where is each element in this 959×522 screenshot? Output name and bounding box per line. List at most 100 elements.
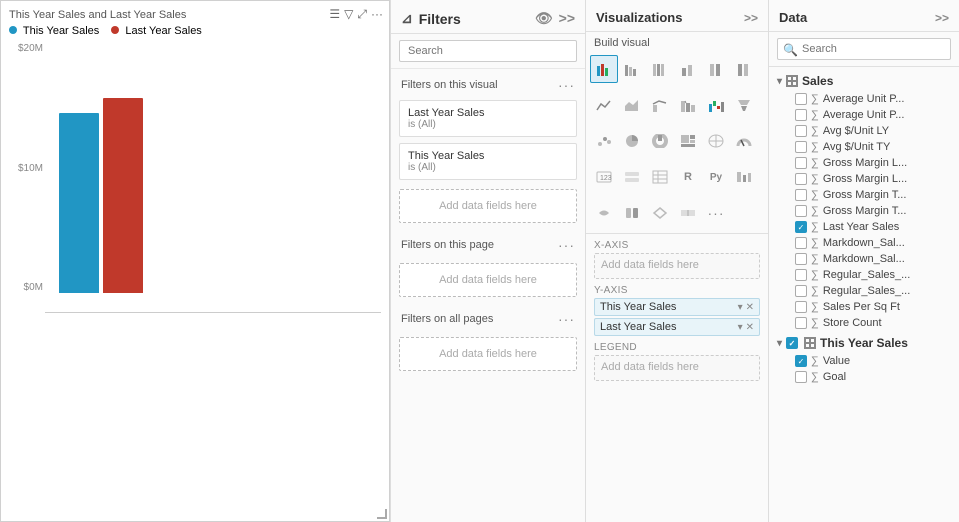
- checkbox-this-year-group[interactable]: [786, 337, 798, 349]
- checkbox-avg-unit-ty[interactable]: [795, 141, 807, 153]
- viz-icon-funnel[interactable]: [730, 91, 758, 119]
- viz-icon-clustered-bar[interactable]: [590, 55, 618, 83]
- viz-icon-multirow-card[interactable]: [618, 163, 646, 191]
- viz-icon-100pct-col[interactable]: [730, 55, 758, 83]
- tree-item-avg-unit-p1[interactable]: ∑ Average Unit P...: [769, 91, 959, 107]
- viz-icon-map[interactable]: [702, 127, 730, 155]
- data-search-input[interactable]: [777, 38, 951, 60]
- x-axis-drop-zone[interactable]: Add data fields here: [594, 253, 760, 279]
- tree-item-goal[interactable]: ∑ Goal: [769, 369, 959, 385]
- data-expand-icon[interactable]: >>: [935, 11, 949, 25]
- checkbox-markdown-sal1[interactable]: [795, 237, 807, 249]
- eye-icon[interactable]: 👁: [535, 10, 553, 27]
- viz-icon-shape-map[interactable]: [590, 199, 618, 227]
- page-filters-more[interactable]: ···: [558, 237, 575, 253]
- tree-group-sales-header[interactable]: ▾ Sales: [769, 71, 959, 91]
- viz-icon-diamond[interactable]: [646, 199, 674, 227]
- tree-item-reg-sales2[interactable]: ∑ Regular_Sales_...: [769, 283, 959, 299]
- viz-icon-stacked-col[interactable]: [702, 55, 730, 83]
- tree-item-gm-l1[interactable]: ∑ Gross Margin L...: [769, 155, 959, 171]
- filter-card-last-year[interactable]: Last Year Sales is (All): [399, 100, 577, 137]
- checkbox-avg-unit-p2[interactable]: [795, 109, 807, 121]
- resize-handle[interactable]: [377, 509, 387, 519]
- tree-item-avg-unit-ty[interactable]: ∑ Avg $/Unit TY: [769, 139, 959, 155]
- chevron-down-icon2[interactable]: ▾: [738, 322, 743, 333]
- checkbox-gm-l1[interactable]: [795, 157, 807, 169]
- viz-icon-r[interactable]: R: [674, 163, 702, 191]
- checkbox-store-count[interactable]: [795, 317, 807, 329]
- viz-icon-scatter[interactable]: [590, 127, 618, 155]
- filter-icon[interactable]: ▽: [344, 7, 353, 22]
- viz-icon-ribbon[interactable]: [674, 91, 702, 119]
- checkbox-last-year-sales[interactable]: [795, 221, 807, 233]
- viz-icon-line[interactable]: [590, 91, 618, 119]
- tree-item-gm-t1[interactable]: ∑ Gross Margin T...: [769, 187, 959, 203]
- checkbox-reg-sales2[interactable]: [795, 285, 807, 297]
- remove-icon2[interactable]: ✕: [746, 322, 754, 333]
- viz-icon-custom1[interactable]: [618, 199, 646, 227]
- checkbox-gm-t2[interactable]: [795, 205, 807, 217]
- menu-icon[interactable]: ☰: [329, 7, 340, 22]
- expand-icon[interactable]: >>: [559, 10, 575, 27]
- tree-item-last-year-sales[interactable]: ∑ Last Year Sales: [769, 219, 959, 235]
- bar-this-year[interactable]: [59, 113, 99, 293]
- tree-group-this-year: ▾ This Year Sales ∑ Value ∑ Goal: [769, 333, 959, 385]
- checkbox-sales-per-sq[interactable]: [795, 301, 807, 313]
- checkbox-avg-unit-p1[interactable]: [795, 93, 807, 105]
- all-pages-filters-more[interactable]: ···: [558, 311, 575, 327]
- all-pages-filters-section: Filters on all pages ···: [391, 303, 585, 331]
- viz-icon-col-chart[interactable]: [674, 55, 702, 83]
- add-fields-visual[interactable]: Add data fields here: [399, 189, 577, 223]
- viz-icon-py[interactable]: Py: [702, 163, 730, 191]
- checkbox-markdown-sal2[interactable]: [795, 253, 807, 265]
- y-axis-item-this-year[interactable]: This Year Sales ▾ ✕: [594, 298, 760, 316]
- checkbox-gm-l2[interactable]: [795, 173, 807, 185]
- bar-last-year[interactable]: [103, 98, 143, 293]
- add-fields-all-pages[interactable]: Add data fields here: [399, 337, 577, 371]
- viz-icon-area[interactable]: [618, 91, 646, 119]
- viz-divider: [586, 233, 768, 234]
- tree-item-value[interactable]: ∑ Value: [769, 353, 959, 369]
- checkbox-avg-unit-ly[interactable]: [795, 125, 807, 137]
- viz-icon-100pct-bar[interactable]: [646, 55, 674, 83]
- tree-item-sales-per-sq[interactable]: ∑ Sales Per Sq Ft: [769, 299, 959, 315]
- checkbox-reg-sales1[interactable]: [795, 269, 807, 281]
- checkbox-gm-t1[interactable]: [795, 189, 807, 201]
- y-axis-item-last-year[interactable]: Last Year Sales ▾ ✕: [594, 318, 760, 336]
- viz-icon-waterfall[interactable]: [702, 91, 730, 119]
- viz-icon-gauge[interactable]: [730, 127, 758, 155]
- viz-icon-custom2[interactable]: [674, 199, 702, 227]
- tree-item-markdown-sal2[interactable]: ∑ Markdown_Sal...: [769, 251, 959, 267]
- checkbox-goal[interactable]: [795, 371, 807, 383]
- tree-item-avg-unit-ly[interactable]: ∑ Avg $/Unit LY: [769, 123, 959, 139]
- viz-icon-donut[interactable]: [646, 127, 674, 155]
- legend-drop-zone[interactable]: Add data fields here: [594, 355, 760, 381]
- tree-item-reg-sales1[interactable]: ∑ Regular_Sales_...: [769, 267, 959, 283]
- viz-icon-treemap[interactable]: [674, 127, 702, 155]
- tree-item-gm-t2[interactable]: ∑ Gross Margin T...: [769, 203, 959, 219]
- viz-icon-table[interactable]: [646, 163, 674, 191]
- checkbox-value[interactable]: [795, 355, 807, 367]
- viz-icon-more[interactable]: ···: [702, 199, 730, 227]
- add-fields-page[interactable]: Add data fields here: [399, 263, 577, 297]
- viz-icon-card[interactable]: 123: [590, 163, 618, 191]
- viz-expand-icon[interactable]: >>: [744, 11, 758, 25]
- sigma-icon6: ∑: [811, 173, 819, 185]
- viz-icon-line-col[interactable]: [646, 91, 674, 119]
- focus-icon[interactable]: ⤢: [357, 7, 367, 22]
- filters-search-input[interactable]: [399, 40, 577, 62]
- more-icon[interactable]: ···: [371, 7, 383, 22]
- chevron-down-icon[interactable]: ▾: [738, 302, 743, 313]
- tree-item-gm-l2[interactable]: ∑ Gross Margin L...: [769, 171, 959, 187]
- tree-item-avg-unit-p2[interactable]: ∑ Average Unit P...: [769, 107, 959, 123]
- viz-icon-pie[interactable]: [618, 127, 646, 155]
- viz-icon-stacked-bar[interactable]: [618, 55, 646, 83]
- tree-item-markdown-sal1[interactable]: ∑ Markdown_Sal...: [769, 235, 959, 251]
- visual-filters-more[interactable]: ···: [558, 77, 575, 93]
- filter-card-this-year[interactable]: This Year Sales is (All): [399, 143, 577, 180]
- viz-icon-decomp[interactable]: [730, 163, 758, 191]
- tree-group-this-year-header[interactable]: ▾ This Year Sales: [769, 333, 959, 353]
- data-search-area: 🔍: [769, 32, 959, 67]
- tree-item-store-count[interactable]: ∑ Store Count: [769, 315, 959, 331]
- remove-icon[interactable]: ✕: [746, 302, 754, 313]
